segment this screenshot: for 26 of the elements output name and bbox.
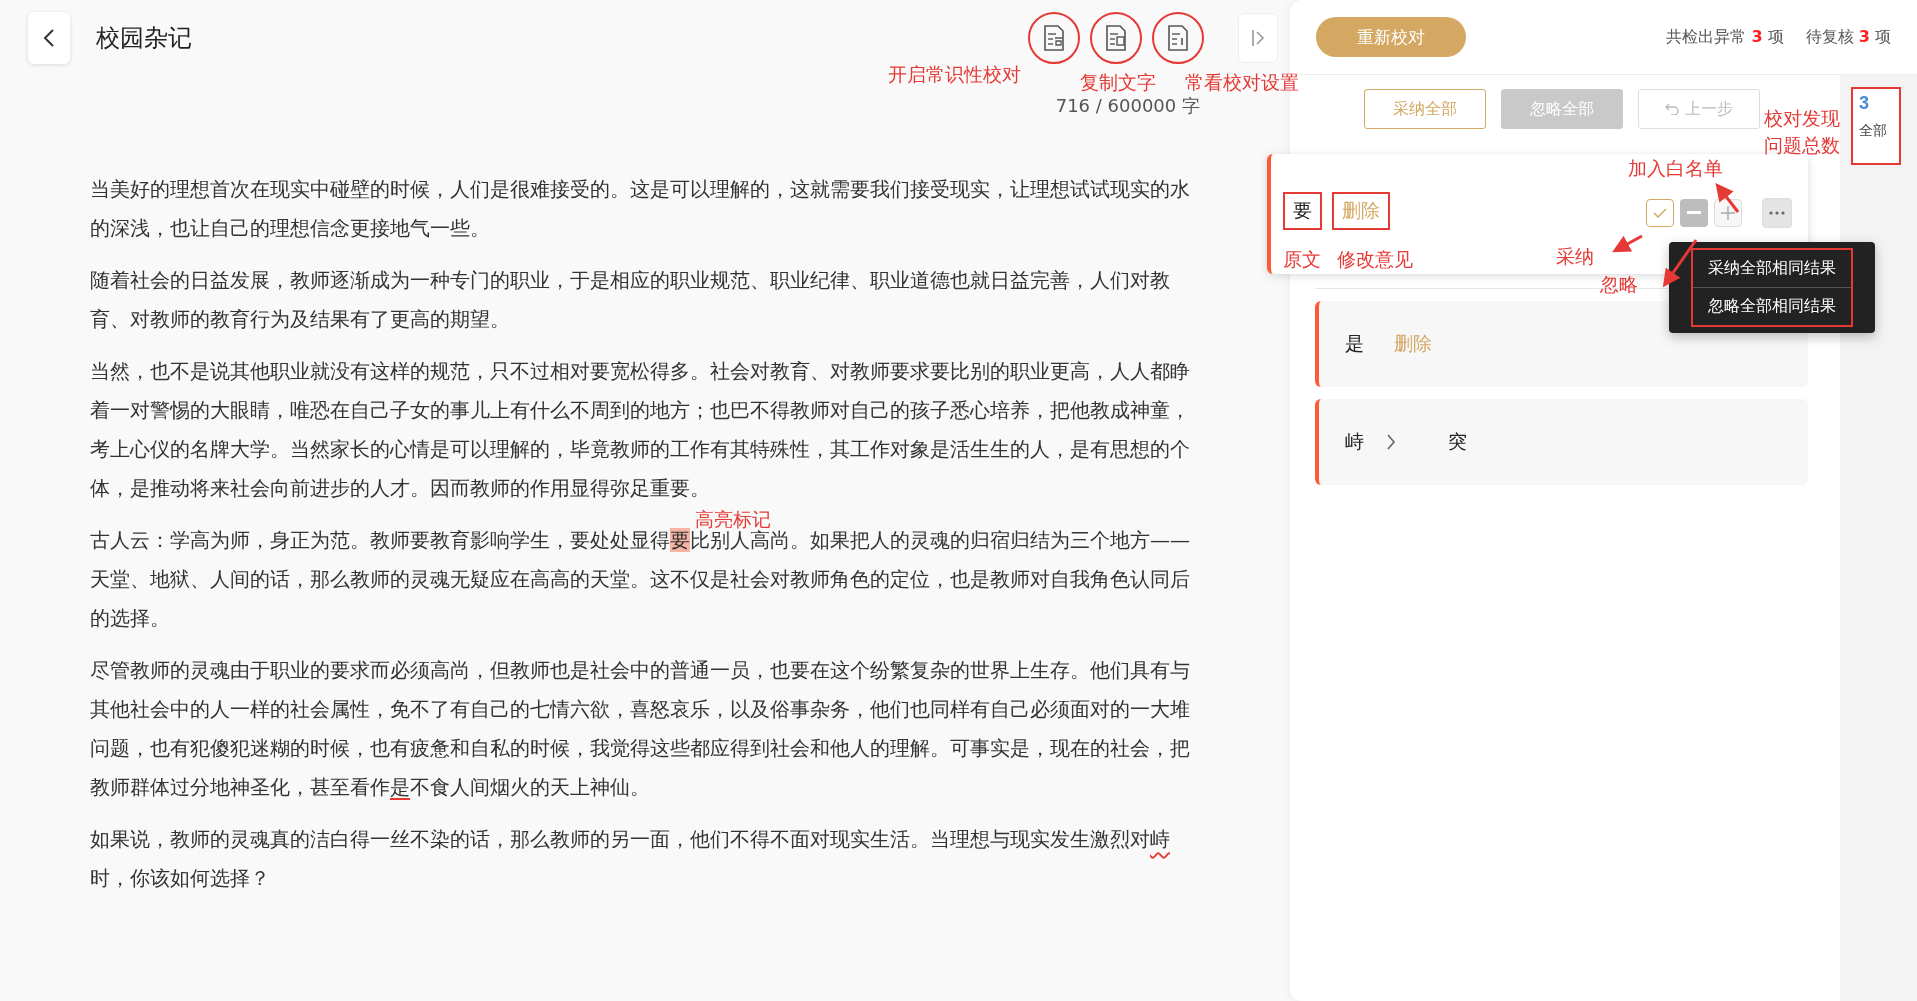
paragraph: 随着社会的日益发展，教师逐渐成为一种专门的职业，于是相应的职业规范、职业纪律、职业道德也就日益完善，人们对教育、对教师的教育行为及结果有了更高的期望。 xyxy=(90,267,1171,333)
annotation-label: 常看校对设置 xyxy=(1185,70,1299,95)
annotation-label: 采纳 xyxy=(1556,244,1594,269)
original-text: 要 xyxy=(1283,192,1322,230)
annotation-label: 高亮标记 xyxy=(695,507,771,530)
paragraph: 当然，也不是说其他职业就没有这样的规范，只不过相对要宽松得多。社会对教育、对教师要求要比别的职业更高，人人都睁着一对警惕的大眼睛，唯恐在自己子女的事儿上有什么不周到的地方；也巴不得教师对自己的孩子悉心培养，把他教成神童，考上心仪的名牌大学。当然家长的心情是可以理解的，毕竟教师的工作有其特殊性，其工作对象是活生生的人，是有思想的个体，是推动将来社会向前进步的人才。因而教师的作用显得弥足重要。 xyxy=(90,358,1190,502)
annotation-label: 忽略 xyxy=(1600,272,1638,297)
annotation-label: 原文 xyxy=(1283,247,1321,272)
paragraph: 古人云：学高为师，身正为范。教师要教育影响学生，要处处显得要比别人高尚。如果把人的灵魂的归宿归结为三个地方——天堂、地狱、人间的话，那么教师的灵魂无疑应在高高的天堂。这不仅是社会对教师角色的定位，也是教师对自我角色认同后的选择。 xyxy=(90,528,1190,632)
suggestion-text: 删除 xyxy=(1394,331,1432,356)
issue-stat: 共检出异常 3 项 xyxy=(1666,26,1784,48)
original-text: 峙 xyxy=(1345,429,1364,454)
annotation-label: 校对发现 xyxy=(1764,106,1840,131)
annotation-label: 开启常识性校对 xyxy=(888,62,1021,87)
annotation-label: 修改意见 xyxy=(1337,247,1413,272)
word-count: 716 / 600000 字 xyxy=(1055,95,1200,116)
annotation-label: 加入白名单 xyxy=(1628,156,1723,181)
document-title: 校园杂记 xyxy=(96,23,192,54)
issue-stat: 待复核 3 项 xyxy=(1805,26,1891,48)
paragraph: 尽管教师的灵魂由于职业的要求而必须高尚，但教师也是社会中的普通一员，也要在这个纷繁复杂的世界上生存。他们具有与其他社会中的人一样的社会属性，免不了有自己的七情六欲，喜怒哀乐，以及俗事杂务，他们也同样有自己必须面对的一大堆问题，也有犯傻犯迷糊的时候，也有疲惫和自私的时候，我觉得这些都应得到社会和他人的理解。可事实是，现在的社会，把教师群体过分地神圣化，甚至看作是不食人间烟火的天上神仙。 xyxy=(90,657,1190,801)
suggestion-text: 删除 xyxy=(1332,192,1390,230)
paragraph: 如果说，教师的灵魂真的洁白得一丝不染的话，那么教师的另一面，他们不得不面对现实生活。当理想与现实发生激烈对峙 时，你该如何选择？ xyxy=(90,826,1171,892)
original-text: 是 xyxy=(1345,331,1364,356)
suggestion-text: 突 xyxy=(1448,429,1467,454)
annotation-label: 复制文字 xyxy=(1080,70,1156,95)
paragraph: 当美好的理想首次在现实中碰壁的时候，人们是很难接受的。这是可以理解的，这就需要我们接受现实，让理想试试现实的水的深浅，也让自己的理想信念更接地气一些。 xyxy=(90,176,1190,242)
